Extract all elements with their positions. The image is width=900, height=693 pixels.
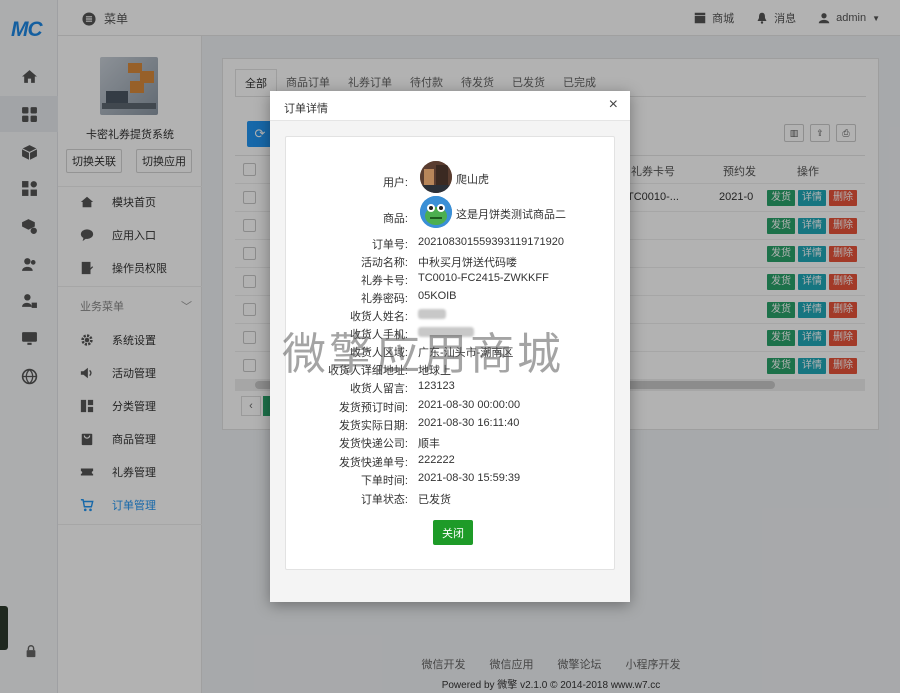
close-button[interactable]: 关闭	[433, 520, 473, 545]
detail-row-activity: 活动名称: 中秋买月饼送代码喽	[286, 252, 616, 270]
detail-row-coupon-no: 礼券卡号: TC0010-FC2415-ZWKKFF	[286, 270, 616, 288]
field-label: 发货快递公司:	[338, 438, 408, 450]
field-value: TC0010-FC2415-ZWKKFF	[418, 272, 549, 284]
product-name: 这是月饼类测试商品二	[456, 209, 566, 221]
field-label: 活动名称:	[360, 257, 408, 269]
field-value: 已发货	[418, 494, 451, 506]
modal-title: 订单详情	[284, 103, 328, 115]
detail-row-coupon-password: 礼券密码: 05KOIB	[286, 288, 616, 306]
detail-row-order-time: 下单时间: 2021-08-30 15:59:39	[286, 470, 616, 488]
field-value: 222222	[418, 454, 455, 466]
modal-header: 订单详情 ×	[270, 91, 630, 121]
detail-row-actual-ship-date: 发货实际日期: 2021-08-30 16:11:40	[286, 415, 616, 433]
field-value: 顺丰	[418, 438, 440, 450]
field-value: 中秋买月饼送代码喽	[418, 257, 517, 269]
detail-row-courier: 发货快递公司: 顺丰	[286, 433, 616, 451]
field-label: 收货人留言:	[349, 383, 408, 395]
field-label: 订单状态:	[360, 494, 408, 506]
watermark: 微擎应用商城	[282, 329, 564, 380]
field-label: 发货快递单号:	[338, 457, 408, 469]
field-value: 2021-08-30 16:11:40	[418, 417, 520, 429]
field-value: 2021-08-30 00:00:00	[418, 399, 521, 411]
field-value: 05KOIB	[418, 290, 457, 302]
field-label: 礼券密码:	[360, 293, 408, 305]
field-value: 2021-08-30 15:59:39	[418, 472, 521, 484]
detail-row-order-no: 订单号: 20210830155939311917192​0	[286, 234, 616, 252]
field-label: 礼券卡号:	[360, 275, 408, 287]
field-label: 发货实际日期:	[338, 420, 408, 432]
close-icon[interactable]: ×	[609, 97, 618, 113]
detail-row-order-status: 订单状态: 已发货	[286, 489, 616, 507]
detail-row-reserved-ship-time: 发货预订时间: 2021-08-30 00:00:00	[286, 397, 616, 415]
field-label: 订单号:	[371, 239, 408, 251]
detail-row-tracking-no: 发货快递单号: 222222	[286, 452, 616, 470]
field-label: 发货预订时间:	[338, 402, 408, 414]
user-name: 爬山虎	[456, 174, 489, 186]
field-label: 下单时间:	[360, 475, 408, 487]
field-value: 20210830155939311917192​0	[418, 236, 565, 248]
